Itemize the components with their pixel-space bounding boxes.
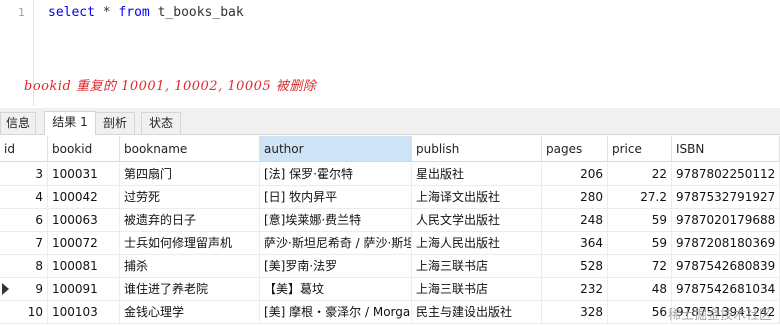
column-header-publish[interactable]: publish [412,136,542,162]
cell-publish[interactable]: 上海三联书店 [412,255,542,277]
cell-bookname[interactable]: 被遗弃的日子 [120,209,260,231]
cell-publish[interactable]: 人民文学出版社 [412,209,542,231]
cell-publish[interactable]: 上海译文出版社 [412,186,542,208]
line-number: 1 [18,6,25,19]
cell-bookname[interactable]: 过劳死 [120,186,260,208]
result-tab-bar: 信息 结果 1 剖析 状态 [0,108,780,135]
cell-pages[interactable]: 528 [542,255,608,277]
cell-id[interactable]: 9 [0,278,48,300]
cell-price[interactable]: 27.2 [608,186,672,208]
cell-bookname[interactable]: 谁住进了养老院 [120,278,260,300]
cell-bookname[interactable]: 第四扇门 [120,163,260,185]
cell-publish[interactable]: 星出版社 [412,163,542,185]
cell-price[interactable]: 59 [608,232,672,254]
cell-bookid[interactable]: 100072 [48,232,120,254]
cell-author[interactable]: 【美】葛坟 [260,278,412,300]
tab-result-1[interactable]: 结果 1 [44,111,96,135]
cell-id[interactable]: 10 [0,301,48,323]
cell-id[interactable]: 8 [0,255,48,277]
sql-star: * [94,5,119,20]
cell-bookid[interactable]: 100091 [48,278,120,300]
cell-publish[interactable]: 上海三联书店 [412,278,542,300]
cell-pages[interactable]: 248 [542,209,608,231]
cell-isbn[interactable]: 9787532791927 [672,186,780,208]
cell-author[interactable]: [意]埃莱娜·费兰特 [260,209,412,231]
cell-bookname[interactable]: 金钱心理学 [120,301,260,323]
cell-price[interactable]: 72 [608,255,672,277]
cell-pages[interactable]: 206 [542,163,608,185]
cell-author[interactable]: [美]罗南·法罗 [260,255,412,277]
cell-pages[interactable]: 232 [542,278,608,300]
cell-pages[interactable]: 280 [542,186,608,208]
tab-info[interactable]: 信息 [0,112,36,134]
cell-author[interactable]: [美] 摩根・豪泽尔 / Morga [260,301,412,323]
cell-author[interactable]: 萨沙·斯坦尼希奇 / 萨沙·斯坦 [260,232,412,254]
column-header-price[interactable]: price [608,136,672,162]
sql-keyword-select: select [48,5,95,20]
column-header-author[interactable]: author [260,136,412,162]
cell-pages[interactable]: 328 [542,301,608,323]
cell-pages[interactable]: 364 [542,232,608,254]
column-header-bookname[interactable]: bookname [120,136,260,162]
cell-author[interactable]: [法] 保罗·霍尔特 [260,163,412,185]
cell-isbn[interactable]: 9787542680839 [672,255,780,277]
cell-bookid[interactable]: 100103 [48,301,120,323]
cell-publish[interactable]: 上海人民出版社 [412,232,542,254]
sql-table-name: t_books_bak [149,5,244,20]
sql-editor[interactable]: 1 select * from t_books_bak bookid 重复的 1… [0,0,780,106]
sql-keyword-from: from [118,5,150,20]
cell-isbn[interactable]: 9787020179688 [672,209,780,231]
cell-publish[interactable]: 民主与建设出版社 [412,301,542,323]
column-header-id[interactable]: id [0,136,48,162]
cell-price[interactable]: 22 [608,163,672,185]
cell-id[interactable]: 3 [0,163,48,185]
table-row[interactable]: 3 100031 第四扇门 [法] 保罗·霍尔特 星出版社 206 22 9787802250… [0,163,780,186]
table-row[interactable]: 9 100091 谁住进了养老院 【美】葛坟 上海三联书店 232 48 9787542681… [0,278,780,301]
cell-id[interactable]: 4 [0,186,48,208]
column-header-pages[interactable]: pages [542,136,608,162]
table-row[interactable]: 6 100063 被遗弃的日子 [意]埃莱娜·费兰特 人民文学出版社 248 59 97870… [0,209,780,232]
cell-bookname[interactable]: 捕杀 [120,255,260,277]
column-header-isbn[interactable]: ISBN [672,136,780,162]
cell-price[interactable]: 48 [608,278,672,300]
tab-profile[interactable]: 剖析 [95,112,135,134]
table-row[interactable]: 7 100072 士兵如何修理留声机 萨沙·斯坦尼希奇 / 萨沙·斯坦 上海人民出版社 3… [0,232,780,255]
cell-id[interactable]: 6 [0,209,48,231]
cell-bookid[interactable]: 100031 [48,163,120,185]
table-row[interactable]: 4 100042 过劳死 [日] 牧内昇平 上海译文出版社 280 27.2 97875327… [0,186,780,209]
cell-bookname[interactable]: 士兵如何修理留声机 [120,232,260,254]
cell-isbn[interactable]: 9787208180369 [672,232,780,254]
column-header-bookid[interactable]: bookid [48,136,120,162]
cell-isbn[interactable]: 9787802250112 [672,163,780,185]
result-grid[interactable]: id bookid bookname author publish pages price I… [0,136,780,325]
cell-id[interactable]: 7 [0,232,48,254]
cell-price[interactable]: 59 [608,209,672,231]
table-row[interactable]: 10 100103 金钱心理学 [美] 摩根・豪泽尔 / Morga 民主与建设出版社 3… [0,301,780,324]
handwritten-annotation: bookid 重复的 10001, 10002, 10005 被删除 [24,79,317,94]
table-row[interactable]: 8 100081 捕杀 [美]罗南·法罗 上海三联书店 528 72 978754268083… [0,255,780,278]
cell-price[interactable]: 56 [608,301,672,323]
cell-bookid[interactable]: 100042 [48,186,120,208]
cell-bookid[interactable]: 100081 [48,255,120,277]
watermark: 稀土掘金技术社区 [667,308,772,323]
tab-status[interactable]: 状态 [141,112,181,134]
cell-author[interactable]: [日] 牧内昇平 [260,186,412,208]
cell-isbn[interactable]: 9787542681034 [672,278,780,300]
cell-bookid[interactable]: 100063 [48,209,120,231]
sql-query-line[interactable]: select * from t_books_bak [48,5,244,20]
